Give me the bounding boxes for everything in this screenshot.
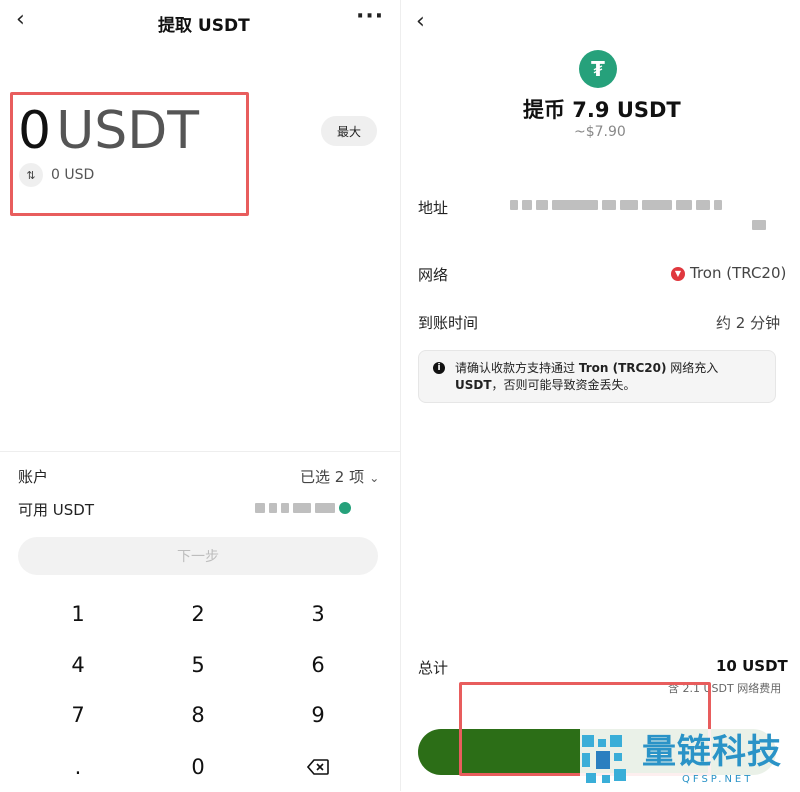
section-divider — [0, 451, 400, 452]
keypad-key-decimal[interactable]: . — [18, 742, 138, 792]
network-label: 网络 — [418, 266, 449, 284]
keypad-key-0[interactable]: 0 — [138, 742, 258, 792]
more-horizontal-icon[interactable]: ··· — [356, 6, 384, 28]
info-icon: i — [433, 362, 445, 374]
notice-text: 请确认收款方支持通过 Tron (TRC20) 网络充入 USDT，否则可能导致… — [455, 361, 719, 392]
chevron-left-icon[interactable]: ‹ — [16, 9, 25, 31]
account-label: 账户 — [18, 468, 49, 486]
chevron-down-icon: ⌄ — [369, 471, 380, 485]
withdraw-usd-subtitle: ~$7.90 — [574, 124, 626, 140]
next-button[interactable]: 下一步 — [18, 537, 378, 575]
keypad-key-9[interactable]: 9 — [258, 690, 378, 740]
usdt-token-icon — [339, 502, 351, 514]
arrival-time-value: 约 2 分钟 — [716, 314, 781, 332]
keypad-key-8[interactable]: 8 — [138, 690, 258, 740]
available-amount-masked — [255, 502, 351, 514]
watermark-domain: QFSP.NET — [682, 774, 754, 785]
address-value-masked-line2 — [752, 220, 766, 230]
keypad-key-7[interactable]: 7 — [18, 690, 138, 740]
network-value: ▼ Tron (TRC20) — [671, 264, 786, 282]
total-value: 10 USDT — [716, 657, 788, 675]
backspace-icon[interactable] — [258, 742, 378, 792]
account-selector[interactable]: 已选 2 项 ⌄ — [300, 466, 379, 487]
arrival-time-label: 到账时间 — [418, 314, 479, 332]
watermark-logo-icon — [582, 735, 632, 785]
keypad-key-5[interactable]: 5 — [138, 640, 258, 690]
page-title: 提取 USDT — [158, 16, 250, 36]
chevron-left-icon[interactable]: ‹ — [416, 11, 425, 33]
address-label: 地址 — [418, 199, 449, 217]
address-value-masked[interactable] — [510, 200, 722, 210]
keypad-key-3[interactable]: 3 — [258, 589, 378, 639]
withdraw-title: 提币 7.9 USDT — [523, 98, 681, 122]
max-button[interactable]: 最大 — [321, 116, 377, 146]
screen-divider — [400, 0, 401, 791]
available-label: 可用 USDT — [18, 501, 94, 519]
keypad-key-4[interactable]: 4 — [18, 640, 138, 690]
watermark-title: 量链科技 — [642, 732, 782, 772]
network-name: Tron (TRC20) — [690, 264, 787, 282]
watermark: 量链科技 QFSP.NET — [580, 729, 800, 791]
usdt-logo-icon: ₮ — [579, 50, 617, 88]
account-value: 已选 2 项 — [300, 468, 365, 486]
keypad-key-2[interactable]: 2 — [138, 589, 258, 639]
network-warning-notice: i 请确认收款方支持通过 Tron (TRC20) 网络充入 USDT，否则可能… — [418, 350, 776, 403]
keypad-key-6[interactable]: 6 — [258, 640, 378, 690]
total-label: 总计 — [418, 659, 449, 677]
highlight-box-amount — [10, 92, 249, 216]
tron-icon: ▼ — [671, 266, 685, 281]
keypad-key-1[interactable]: 1 — [18, 589, 138, 639]
